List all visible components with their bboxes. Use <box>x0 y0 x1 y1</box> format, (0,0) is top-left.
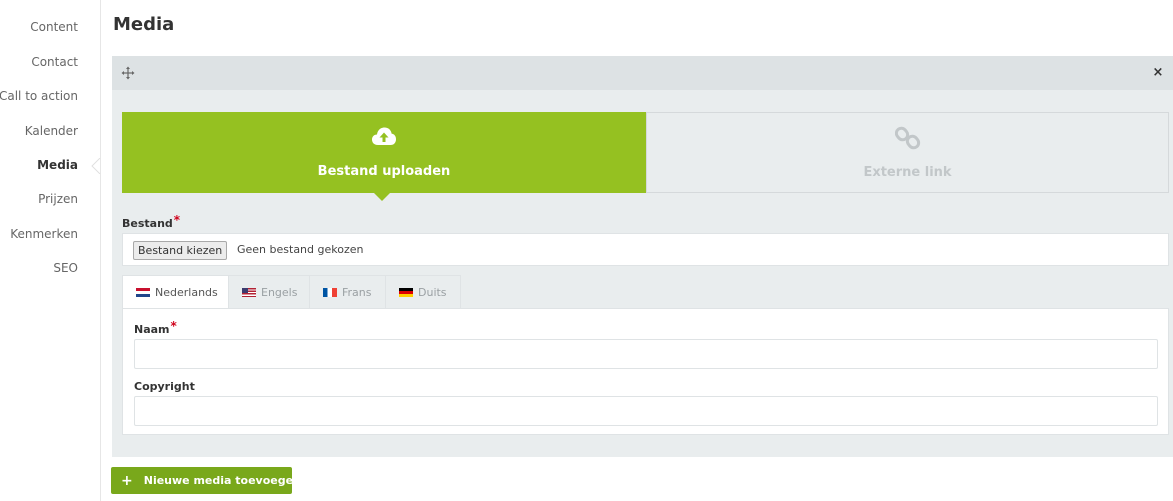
file-status-text: Geen bestand gekozen <box>237 243 364 256</box>
choose-file-button[interactable]: Bestand kiezen <box>133 241 228 260</box>
sidebar-item-seo[interactable]: SEO <box>53 261 78 275</box>
chain-link-icon <box>894 126 920 150</box>
page-title: Media <box>113 14 175 35</box>
sidebar-item-content[interactable]: Content <box>30 20 78 34</box>
media-item-panel: × Bestand uploaden Externe link Bestand*… <box>112 56 1173 457</box>
language-tab-content: Naam* Copyright <box>122 308 1169 435</box>
sidebar-item-kenmerken[interactable]: Kenmerken <box>10 227 78 241</box>
sidebar-item-prijzen[interactable]: Prijzen <box>38 192 78 206</box>
tab-label: Duits <box>418 285 447 299</box>
move-icon[interactable] <box>121 66 135 80</box>
sidebar-item-contact[interactable]: Contact <box>31 55 78 69</box>
name-input[interactable] <box>134 339 1158 369</box>
tab-label: Nederlands <box>155 286 218 299</box>
name-field-label: Naam* <box>134 319 177 336</box>
external-link-option[interactable]: Externe link <box>646 112 1169 193</box>
required-marker: * <box>173 213 181 227</box>
tab-nederlands[interactable]: Nederlands <box>122 275 229 310</box>
copyright-input[interactable] <box>134 396 1158 426</box>
tab-frans[interactable]: Frans <box>309 275 386 309</box>
file-field-label: Bestand* <box>122 213 181 230</box>
add-media-label: Nieuwe media toevoegen <box>143 474 301 487</box>
tab-engels[interactable]: Engels <box>228 275 310 309</box>
tab-label: Frans <box>342 285 372 299</box>
file-label-text: Bestand <box>122 217 173 230</box>
file-input-row: Bestand kiezen Geen bestand gekozen <box>122 233 1169 266</box>
de-flag-icon <box>399 287 413 297</box>
required-marker: * <box>170 319 177 333</box>
fr-flag-icon <box>323 287 337 297</box>
add-media-button[interactable]: + Nieuwe media toevoegen <box>111 467 301 494</box>
active-indicator-caret <box>91 158 101 174</box>
tab-label: Engels <box>261 285 298 299</box>
tab-duits[interactable]: Duits <box>385 275 461 309</box>
name-label-text: Naam <box>134 323 170 336</box>
cloud-upload-icon <box>372 127 396 145</box>
sidebar: Content Contact Call to action Kalender … <box>0 0 101 501</box>
copyright-field-label: Copyright <box>134 380 195 393</box>
sidebar-item-call-to-action[interactable]: Call to action <box>0 89 78 103</box>
sidebar-item-media[interactable]: Media <box>37 158 78 172</box>
us-flag-icon <box>242 287 256 297</box>
sidebar-item-kalender[interactable]: Kalender <box>25 124 78 138</box>
selected-indicator-arrow <box>374 193 390 201</box>
upload-file-option[interactable]: Bestand uploaden <box>122 112 646 201</box>
panel-header: × <box>112 56 1173 90</box>
plus-icon: + <box>121 472 133 489</box>
external-link-label: Externe link <box>863 165 952 180</box>
upload-file-label: Bestand uploaden <box>317 164 451 179</box>
language-tabs: Nederlands Engels Frans Duits <box>122 275 461 310</box>
close-icon[interactable]: × <box>1151 66 1165 80</box>
nl-flag-icon <box>136 288 150 297</box>
